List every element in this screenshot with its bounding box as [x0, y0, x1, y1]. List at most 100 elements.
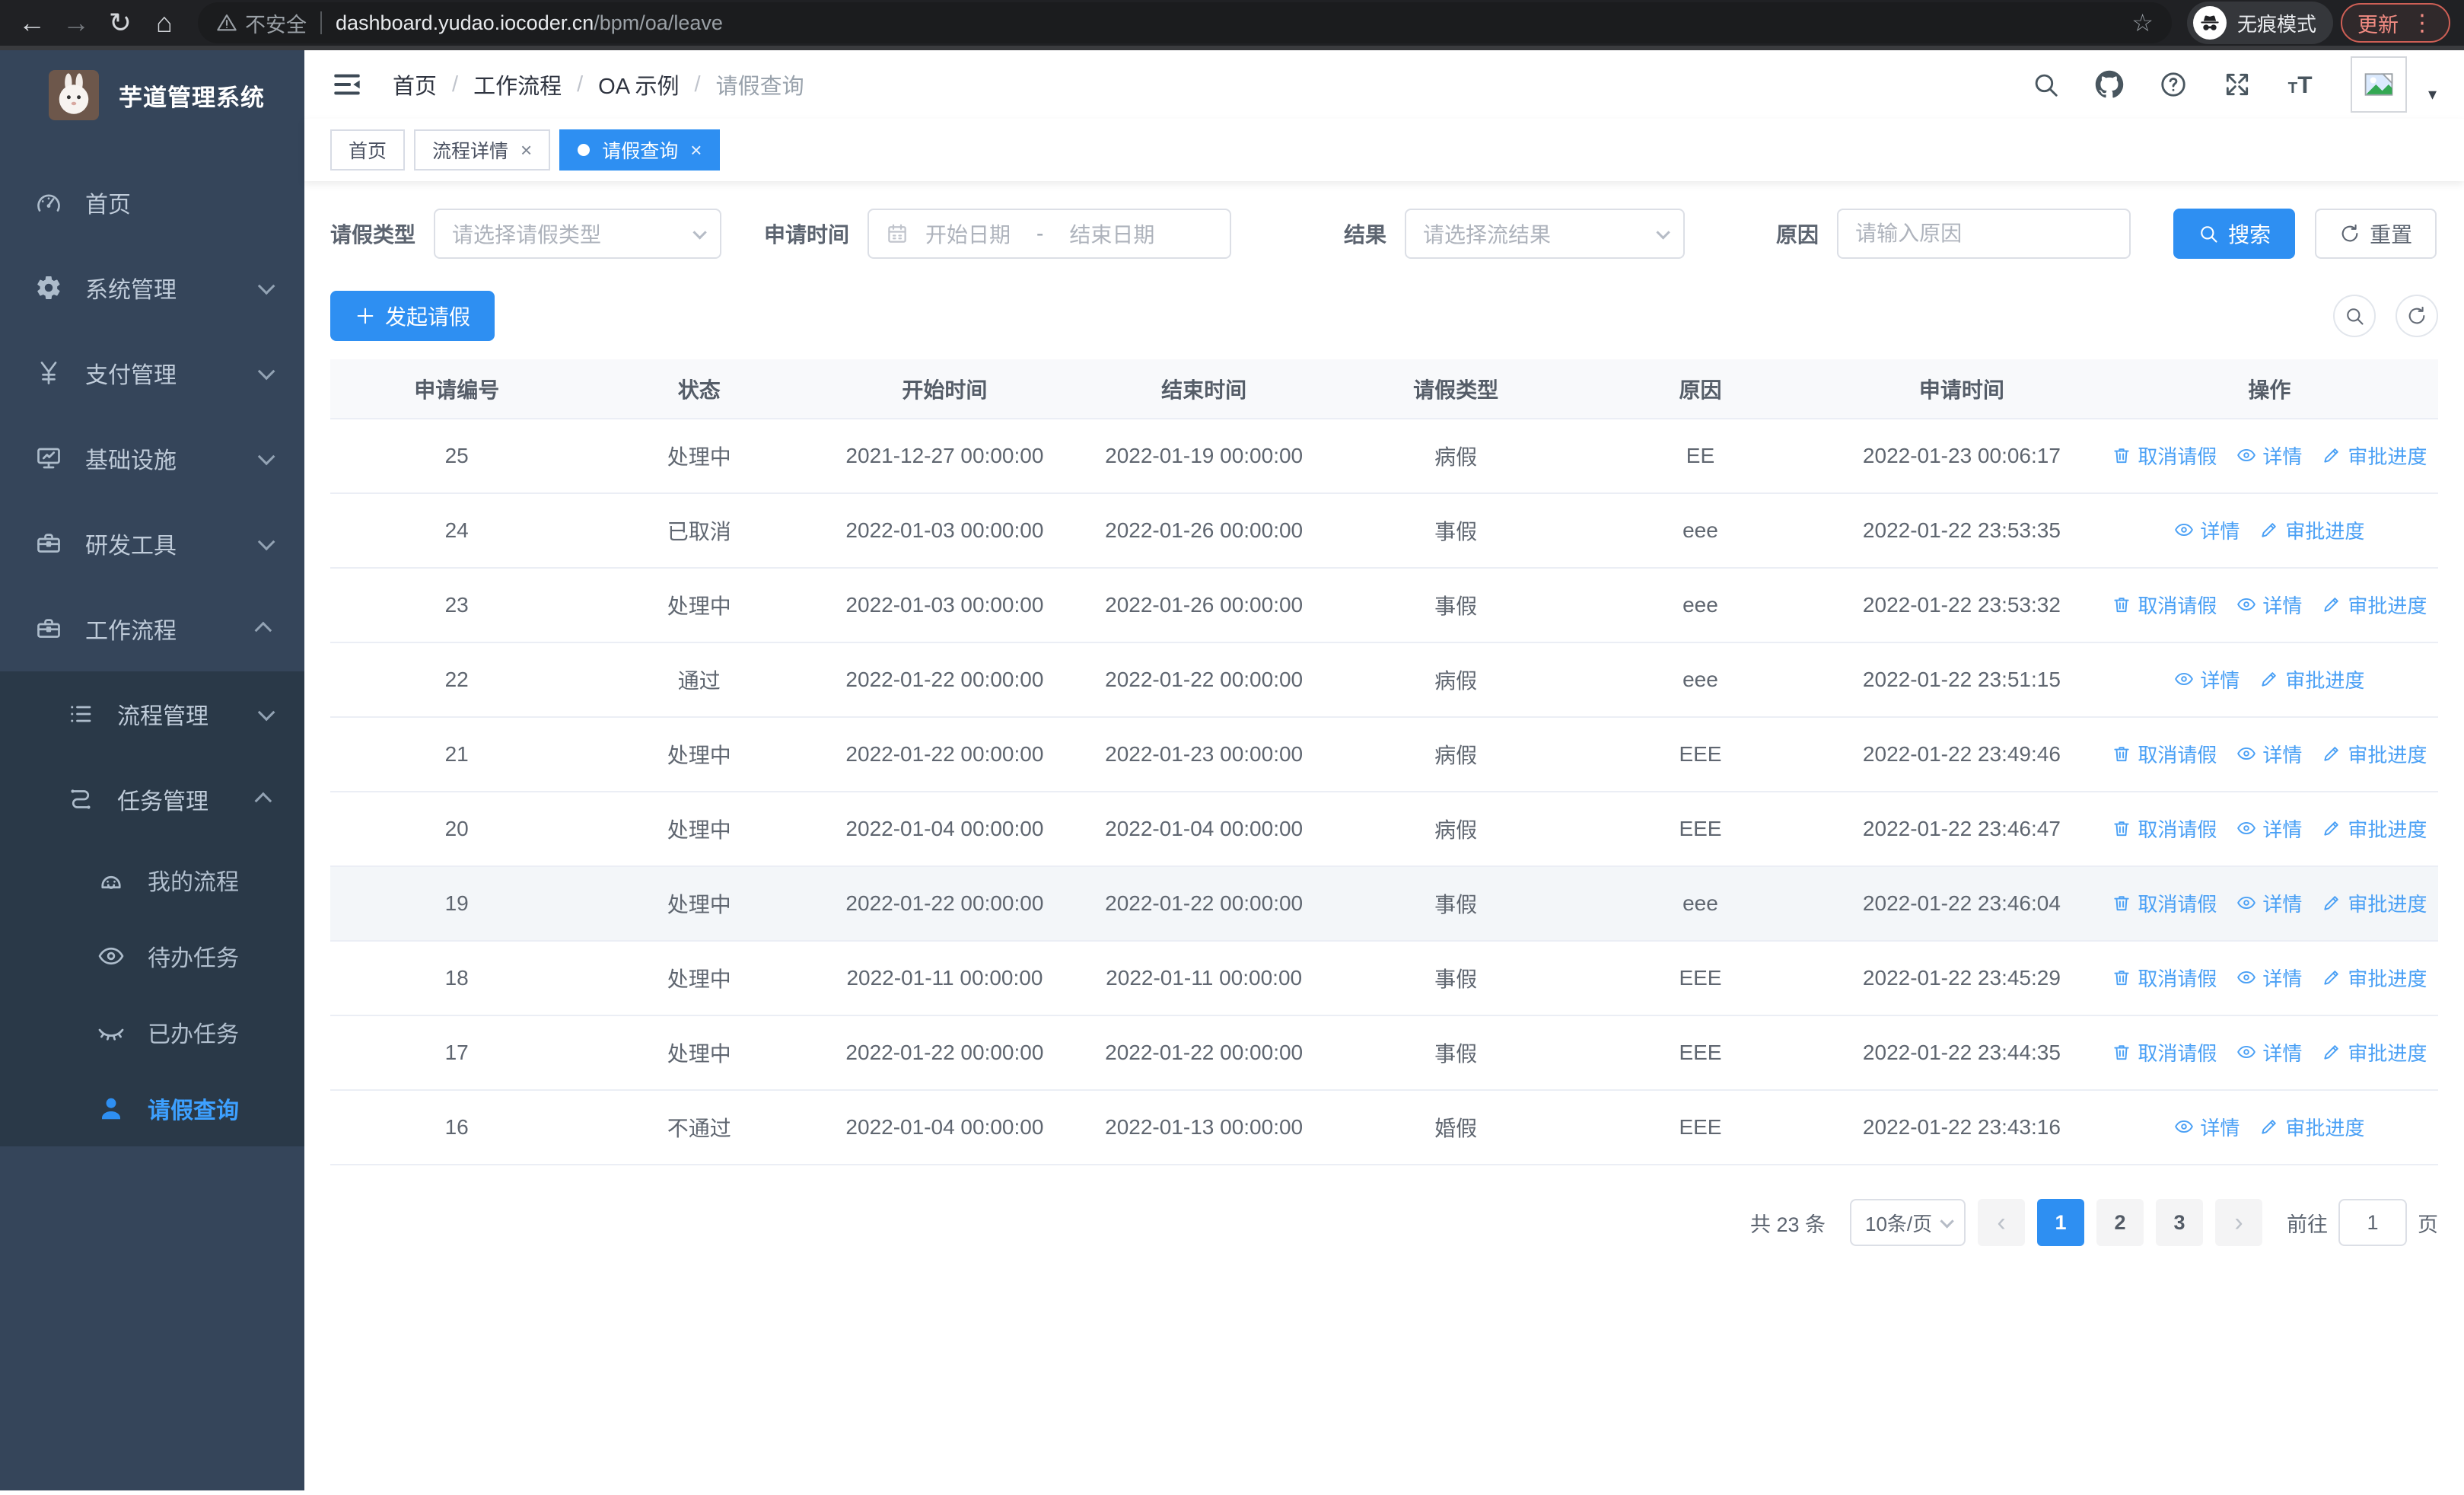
- browser-back-button[interactable]: ←: [14, 5, 50, 41]
- cancel-link[interactable]: 取消请假: [2112, 591, 2217, 619]
- sidebar-item-workflow[interactable]: 工作流程: [0, 586, 304, 671]
- cancel-link[interactable]: 取消请假: [2112, 740, 2217, 768]
- detail-link[interactable]: 详情: [2236, 740, 2302, 768]
- result-select[interactable]: 请选择流结果: [1405, 209, 1686, 259]
- github-icon[interactable]: [2095, 70, 2124, 99]
- reason-input[interactable]: [1855, 222, 2113, 246]
- progress-link[interactable]: 审批进度: [2322, 591, 2427, 619]
- sidebar-item-my-processes[interactable]: 我的流程: [0, 842, 304, 918]
- cancel-link[interactable]: 取消请假: [2112, 889, 2217, 917]
- progress-link[interactable]: 审批进度: [2322, 740, 2427, 768]
- tab-home[interactable]: 首页: [330, 129, 406, 171]
- prev-page-button[interactable]: ‹: [1978, 1199, 2025, 1246]
- chevron-down-icon: [257, 362, 275, 381]
- breadcrumb-current: 请假查询: [715, 75, 804, 99]
- close-icon[interactable]: ×: [690, 140, 702, 160]
- eye-closed-icon: [97, 1018, 125, 1046]
- browser-home-button[interactable]: ⌂: [146, 5, 183, 41]
- apply-time-range-picker[interactable]: 开始日期 - 结束日期: [867, 209, 1232, 259]
- cell-id: 19: [330, 866, 584, 942]
- broken-image-icon: [2362, 68, 2396, 101]
- action-label: 详情: [2262, 594, 2303, 617]
- update-label: 更新: [2357, 13, 2399, 37]
- tab-process-detail[interactable]: 流程详情 ×: [414, 129, 551, 171]
- table-row: 20 处理中 2022-01-04 00:00:00 2022-01-04 00:00…: [330, 792, 2438, 867]
- fullscreen-icon[interactable]: [2223, 70, 2252, 99]
- sidebar-item-process-management[interactable]: 流程管理: [0, 671, 304, 757]
- table-row: 24 已取消 2022-01-03 00:00:00 2022-01-26 00:00…: [330, 493, 2438, 569]
- progress-link[interactable]: 审批进度: [2259, 665, 2364, 693]
- breadcrumb-home[interactable]: 首页: [393, 69, 437, 100]
- column-header: 开始时间: [815, 359, 1074, 419]
- page-button-1[interactable]: 1: [2037, 1199, 2084, 1246]
- goto-page-input[interactable]: [2338, 1199, 2407, 1246]
- next-page-button[interactable]: ›: [2215, 1199, 2262, 1246]
- sidebar-item-leave-query[interactable]: 请假查询: [0, 1070, 304, 1146]
- action-label: 详情: [2200, 1116, 2240, 1140]
- cell-actions: 详情 审批进度: [2100, 1090, 2438, 1165]
- caret-down-icon[interactable]: ▾: [2428, 84, 2437, 104]
- search-button[interactable]: 搜索: [2173, 209, 2296, 259]
- close-icon[interactable]: ×: [520, 140, 532, 160]
- sidebar-collapse-icon[interactable]: [332, 69, 362, 100]
- logo-row[interactable]: 芋道管理系统: [0, 50, 304, 140]
- detail-link[interactable]: 详情: [2236, 889, 2302, 917]
- cell-status: 不通过: [583, 1090, 816, 1165]
- toggle-search-button[interactable]: [2333, 295, 2376, 337]
- sidebar-item-dev-tools[interactable]: 研发工具: [0, 501, 304, 586]
- search-icon[interactable]: [2031, 70, 2060, 99]
- detail-link[interactable]: 详情: [2236, 591, 2302, 619]
- page-size-value: 10条/页: [1865, 1212, 1933, 1235]
- tab-leave-query[interactable]: 请假查询 ×: [559, 129, 721, 171]
- create-leave-button[interactable]: 发起请假: [330, 291, 495, 341]
- address-bar[interactable]: 不安全 dashboard.yudao.iocoder.cn /bpm/oa/l…: [198, 2, 2172, 43]
- detail-link[interactable]: 详情: [2236, 441, 2302, 470]
- sidebar-item-payment-management[interactable]: 支付管理: [0, 330, 304, 416]
- reset-button[interactable]: 重置: [2315, 209, 2437, 259]
- cancel-link[interactable]: 取消请假: [2112, 814, 2217, 843]
- breadcrumb-oa-example[interactable]: OA 示例: [598, 69, 679, 100]
- logo-image: [49, 70, 99, 120]
- browser-reload-button[interactable]: ↻: [102, 5, 138, 41]
- table-row: 16 不通过 2022-01-04 00:00:00 2022-01-13 00:00…: [330, 1090, 2438, 1165]
- leave-type-select[interactable]: 请选择请假类型: [434, 209, 722, 259]
- detail-link[interactable]: 详情: [2236, 964, 2302, 992]
- detail-link[interactable]: 详情: [2174, 665, 2240, 693]
- cell-applied: 2022-01-22 23:45:29: [1823, 941, 2101, 1016]
- detail-link[interactable]: 详情: [2236, 1038, 2302, 1066]
- progress-link[interactable]: 审批进度: [2322, 1038, 2427, 1066]
- sidebar-item-task-management[interactable]: 任务管理: [0, 757, 304, 842]
- progress-link[interactable]: 审批进度: [2259, 516, 2364, 544]
- detail-link[interactable]: 详情: [2174, 516, 2240, 544]
- progress-link[interactable]: 审批进度: [2322, 814, 2427, 843]
- browser-menu-icon[interactable]: ⋮: [2411, 10, 2434, 37]
- detail-link[interactable]: 详情: [2174, 1113, 2240, 1141]
- page-button-2[interactable]: 2: [2096, 1199, 2144, 1246]
- cancel-link[interactable]: 取消请假: [2112, 1038, 2217, 1066]
- action-label: 详情: [2200, 668, 2240, 692]
- table-row: 22 通过 2022-01-22 00:00:00 2022-01-22 00:00:…: [330, 642, 2438, 718]
- cancel-link[interactable]: 取消请假: [2112, 964, 2217, 992]
- page-size-select[interactable]: 10条/页: [1850, 1199, 1966, 1246]
- sidebar-item-home[interactable]: 首页: [0, 160, 304, 245]
- progress-link[interactable]: 审批进度: [2322, 441, 2427, 470]
- sidebar-item-system-management[interactable]: 系统管理: [0, 245, 304, 330]
- browser-forward-button[interactable]: →: [58, 5, 94, 41]
- browser-update-button[interactable]: 更新 ⋮: [2341, 3, 2450, 43]
- cancel-link[interactable]: 取消请假: [2112, 441, 2217, 470]
- progress-link[interactable]: 审批进度: [2322, 964, 2427, 992]
- breadcrumb-workflow[interactable]: 工作流程: [473, 69, 562, 100]
- bookmark-star-icon[interactable]: ☆: [2131, 8, 2154, 37]
- progress-link[interactable]: 审批进度: [2259, 1113, 2364, 1141]
- font-size-icon[interactable]: TT: [2287, 70, 2316, 99]
- sidebar-item-done-tasks[interactable]: 已办任务: [0, 994, 304, 1070]
- progress-link[interactable]: 审批进度: [2322, 889, 2427, 917]
- help-icon[interactable]: [2159, 70, 2188, 99]
- avatar[interactable]: [2350, 56, 2407, 113]
- cell-actions: 取消请假 详情 审批进度: [2100, 866, 2438, 942]
- sidebar-item-todo-tasks[interactable]: 待办任务: [0, 918, 304, 994]
- refresh-table-button[interactable]: [2396, 295, 2438, 337]
- detail-link[interactable]: 详情: [2236, 814, 2302, 843]
- page-button-3[interactable]: 3: [2156, 1199, 2203, 1246]
- sidebar-item-infrastructure[interactable]: 基础设施: [0, 416, 304, 501]
